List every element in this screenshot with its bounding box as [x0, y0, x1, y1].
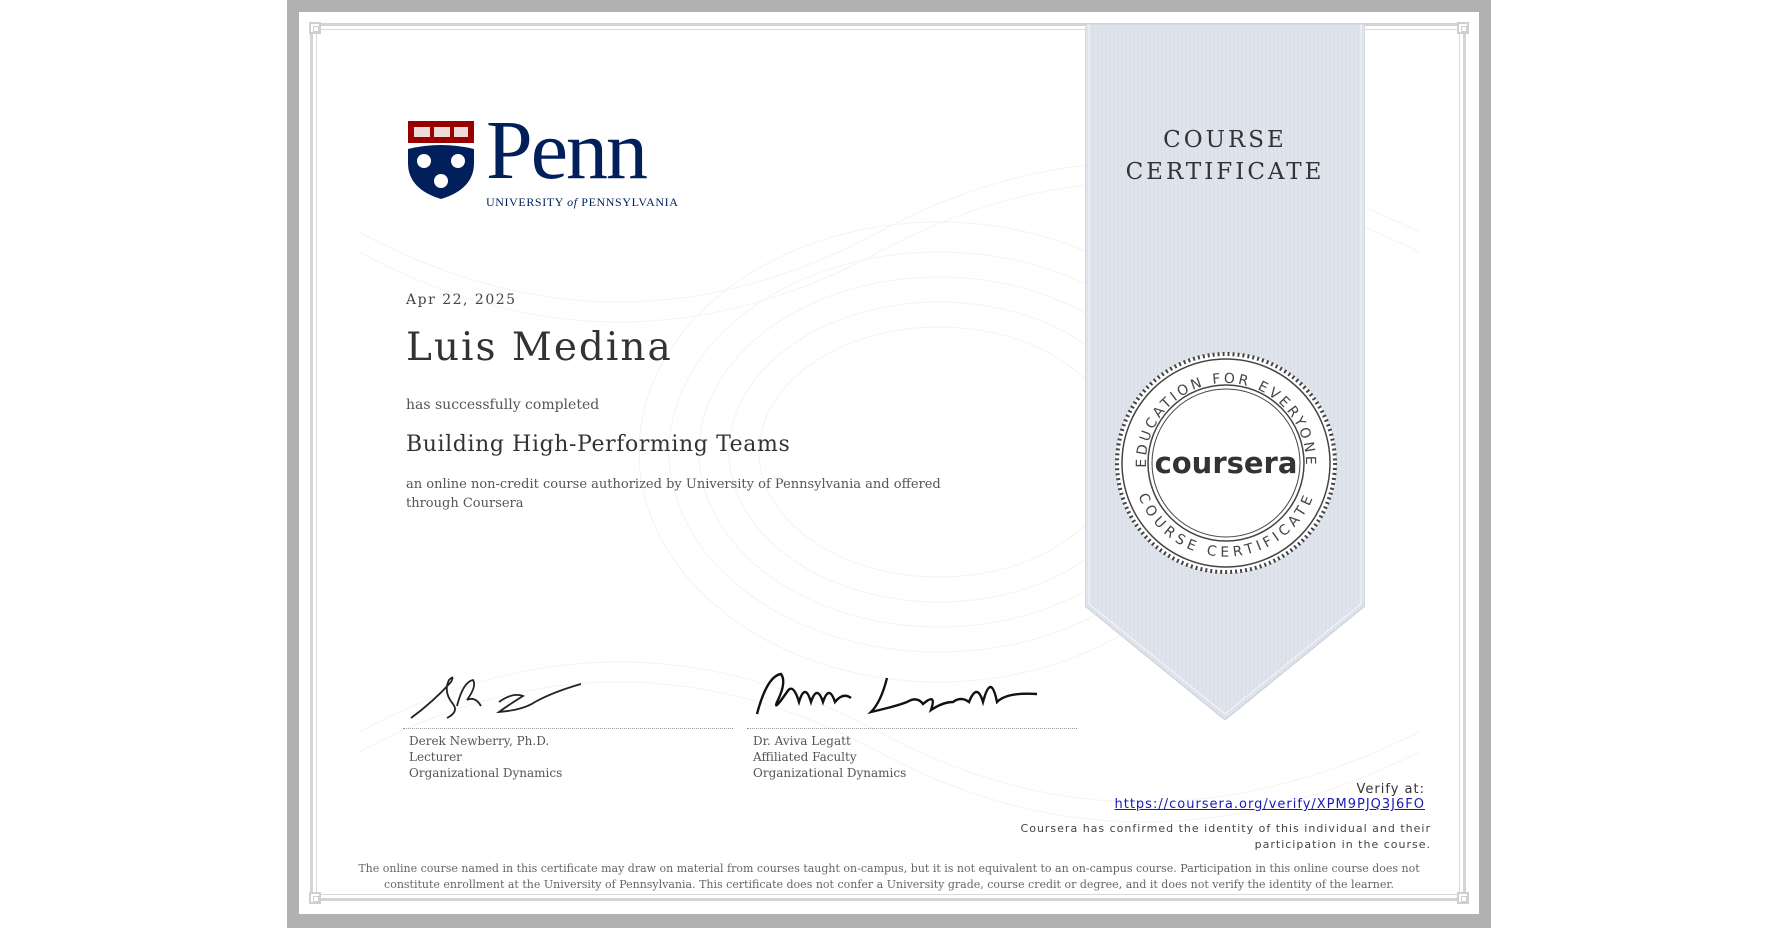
- signer-1-title: Lecturer: [409, 750, 462, 764]
- corner-ornament-bottom-left: [309, 892, 321, 904]
- verify-section: Verify at: https://coursera.org/verify/X…: [1115, 782, 1426, 812]
- ribbon-title: COURSE CERTIFICATE: [1085, 124, 1365, 188]
- verify-link[interactable]: https://coursera.org/verify/XPM9PJQ3J6FO: [1115, 797, 1426, 812]
- signer-2-name: Dr. Aviva Legatt: [753, 734, 851, 748]
- corner-ornament-top-right: [1457, 22, 1469, 34]
- coursera-seal-icon: EDUCATION FOR EVERYONE COURSE CERTIFICAT…: [1115, 352, 1337, 574]
- identity-note: Coursera has confirmed the identity of t…: [1020, 822, 1431, 851]
- penn-logo: Penn UNIVERSITY of PENNSYLVANIA: [406, 104, 678, 209]
- certificate-frame: COURSE CERTIFICATE EDUCATION FOR EVERYON…: [287, 0, 1491, 928]
- penn-subtitle: UNIVERSITY of PENNSYLVANIA: [486, 195, 679, 209]
- signer-1-name: Derek Newberry, Ph.D.: [409, 734, 550, 748]
- certificate-page: COURSE CERTIFICATE EDUCATION FOR EVERYON…: [299, 12, 1479, 914]
- signer-2-department: Organizational Dynamics: [753, 766, 907, 780]
- signer-1-department: Organizational Dynamics: [409, 766, 563, 780]
- course-name: Building High-Performing Teams: [406, 432, 791, 457]
- disclaimer-text: The online course named in this certific…: [358, 862, 1420, 891]
- verify-label: Verify at:: [1356, 782, 1425, 797]
- corner-ornament-bottom-right: [1457, 892, 1469, 904]
- completion-text: has successfully completed: [406, 397, 600, 413]
- corner-ornament-top-left: [309, 22, 321, 34]
- signer-2-title: Affiliated Faculty: [753, 750, 857, 764]
- penn-shield-icon: [408, 121, 474, 199]
- ribbon-title-line2: CERTIFICATE: [1125, 159, 1325, 185]
- ribbon-title-line1: COURSE: [1163, 127, 1287, 153]
- recipient-name: Luis Medina: [406, 325, 673, 370]
- seal-brand: coursera: [1155, 446, 1298, 480]
- signature-image-2: [755, 672, 1038, 715]
- signature-block-1: Derek Newberry, Ph.D. Lecturer Organizat…: [403, 662, 733, 781]
- signature-block-2: Dr. Aviva Legatt Affiliated Faculty Orga…: [747, 662, 1077, 781]
- certificate-date: Apr 22, 2025: [406, 292, 517, 308]
- penn-wordmark: Penn: [486, 104, 648, 197]
- authorization-text: an online non-credit course authorized b…: [406, 477, 941, 511]
- signature-image-1: [410, 676, 582, 719]
